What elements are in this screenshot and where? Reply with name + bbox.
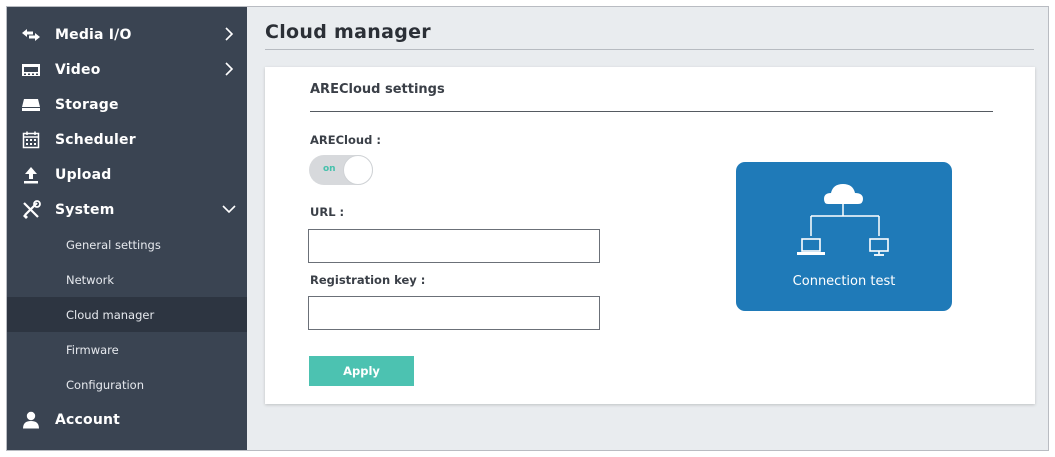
sidebar-item-scheduler[interactable]: Scheduler	[7, 122, 247, 157]
arrows-icon	[21, 25, 41, 45]
toggle-state-text: on	[323, 164, 336, 174]
app-window: Media I/O Video Storage Scheduler Upload…	[6, 6, 1049, 451]
drive-icon	[21, 95, 41, 115]
sidebar-subitem-label: Network	[66, 272, 115, 287]
sidebar-item-storage[interactable]: Storage	[7, 87, 247, 122]
apply-button[interactable]: Apply	[309, 356, 414, 386]
user-icon	[21, 410, 41, 430]
tools-icon	[21, 199, 41, 220]
sidebar-item-system[interactable]: System	[7, 192, 247, 227]
sidebar-item-media-io[interactable]: Media I/O	[7, 17, 247, 52]
arecloud-label: ARECloud :	[310, 133, 381, 147]
upload-icon	[21, 165, 41, 185]
sidebar-subitem-label: General settings	[66, 237, 161, 252]
url-input[interactable]	[308, 229, 600, 263]
sidebar-subitem-label: Configuration	[66, 377, 144, 392]
sidebar-subitem-general-settings[interactable]: General settings	[7, 227, 247, 262]
sidebar-item-label: Scheduler	[55, 131, 136, 148]
sidebar-item-account[interactable]: Account	[7, 402, 247, 437]
sidebar-subitem-firmware[interactable]: Firmware	[7, 332, 247, 367]
url-label: URL :	[310, 205, 345, 219]
sidebar-item-label: Video	[55, 61, 101, 78]
sidebar-subitem-configuration[interactable]: Configuration	[7, 367, 247, 402]
connection-test-label: Connection test	[792, 274, 896, 289]
page-title: Cloud manager	[265, 21, 431, 43]
sidebar-subitem-cloud-manager[interactable]: Cloud manager	[7, 297, 247, 332]
registration-key-label: Registration key :	[310, 273, 426, 287]
arecloud-toggle[interactable]: on	[309, 155, 373, 185]
sidebar-item-label: Storage	[55, 96, 119, 113]
sidebar-item-upload[interactable]: Upload	[7, 157, 247, 192]
sidebar-item-label: System	[55, 201, 115, 218]
sidebar-item-video[interactable]: Video	[7, 52, 247, 87]
sidebar-subitem-label: Cloud manager	[66, 307, 155, 322]
sidebar: Media I/O Video Storage Scheduler Upload…	[7, 7, 247, 450]
sidebar-subitem-network[interactable]: Network	[7, 262, 247, 297]
sidebar-subitem-label: Firmware	[66, 342, 119, 357]
cloud-network-icon	[797, 184, 889, 256]
film-icon	[21, 60, 41, 80]
chevron-right-icon	[225, 62, 234, 76]
sidebar-item-label: Account	[55, 411, 121, 428]
sidebar-item-label: Media I/O	[55, 26, 132, 43]
card-divider	[310, 111, 993, 112]
main-content: Cloud manager ARECloud settings ARECloud…	[247, 7, 1048, 450]
title-divider	[265, 49, 1034, 50]
sidebar-item-label: Upload	[55, 166, 112, 183]
chevron-down-icon	[222, 205, 236, 214]
card-heading: ARECloud settings	[310, 82, 445, 97]
registration-key-input[interactable]	[308, 296, 600, 330]
arecloud-settings-card: ARECloud settings ARECloud : on URL : Re…	[265, 67, 1035, 404]
chevron-right-icon	[225, 27, 234, 41]
toggle-knob	[343, 155, 373, 185]
connection-test-button[interactable]: Connection test	[736, 162, 952, 311]
calendar-icon	[21, 130, 41, 150]
